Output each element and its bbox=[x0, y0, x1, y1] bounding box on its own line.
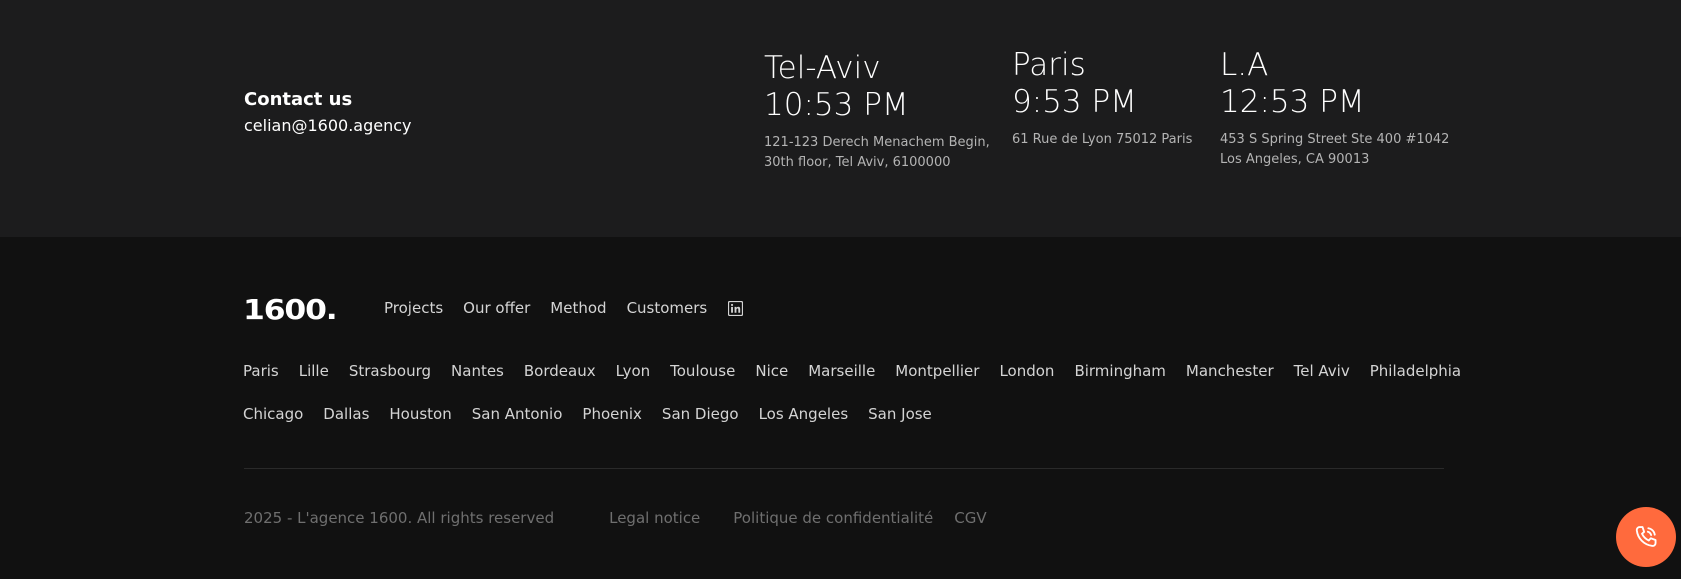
city-link[interactable]: Los Angeles bbox=[759, 404, 849, 424]
copyright-text: 2025 - L'agence 1600. All rights reserve… bbox=[244, 509, 555, 527]
nav-link-method[interactable]: Method bbox=[550, 298, 606, 318]
city-link[interactable]: Nantes bbox=[451, 361, 504, 381]
city-link[interactable]: Tel Aviv bbox=[1294, 361, 1350, 381]
phone-icon bbox=[1635, 526, 1657, 547]
privacy-policy-link[interactable]: Politique de confidentialité bbox=[733, 508, 933, 528]
city-link[interactable]: Dallas bbox=[323, 404, 369, 424]
city-link[interactable]: Birmingham bbox=[1074, 361, 1165, 381]
nav-link-customers[interactable]: Customers bbox=[627, 298, 708, 318]
office-address-line: 453 S Spring Street Ste 400 #1042 bbox=[1220, 132, 1450, 147]
city-link[interactable]: Toulouse bbox=[670, 361, 735, 381]
cgv-link[interactable]: CGV bbox=[954, 508, 986, 528]
call-button[interactable] bbox=[1616, 507, 1676, 567]
linkedin-icon[interactable] bbox=[728, 300, 744, 316]
office-paris: Paris 9:53 PM 61 Rue de Lyon 75012 Paris bbox=[1012, 47, 1192, 150]
city-link[interactable]: Chicago bbox=[243, 404, 303, 424]
office-address: 453 S Spring Street Ste 400 #1042 Los An… bbox=[1220, 130, 1449, 170]
city-link[interactable]: San Diego bbox=[662, 404, 739, 424]
office-address-line: 121-123 Derech Menachem Begin, bbox=[764, 135, 990, 150]
legal-row: 2025 - L'agence 1600. All rights reserve… bbox=[244, 508, 1008, 528]
city-list-row: Chicago Dallas Houston San Antonio Phoen… bbox=[243, 404, 952, 424]
office-address: 61 Rue de Lyon 75012 Paris bbox=[1012, 130, 1192, 150]
city-link[interactable]: San Jose bbox=[868, 404, 932, 424]
office-local-time: 9:53 PM bbox=[1012, 84, 1137, 120]
city-link[interactable]: Nice bbox=[755, 361, 788, 381]
city-link[interactable]: Phoenix bbox=[582, 404, 642, 424]
city-link[interactable]: Paris bbox=[243, 361, 279, 381]
office-address-line: 61 Rue de Lyon 75012 Paris bbox=[1012, 132, 1193, 147]
nav-link-projects[interactable]: Projects bbox=[384, 298, 443, 318]
city-link[interactable]: Montpellier bbox=[895, 361, 979, 381]
city-link[interactable]: Lyon bbox=[616, 361, 651, 381]
office-local-time: 12:53 PM bbox=[1220, 84, 1365, 120]
office-address: 121-123 Derech Menachem Begin, 30th floo… bbox=[764, 133, 990, 173]
city-link[interactable]: Lille bbox=[299, 361, 329, 381]
nav-link-our-offer[interactable]: Our offer bbox=[463, 298, 530, 318]
legal-notice-link[interactable]: Legal notice bbox=[609, 508, 700, 528]
office-tel-aviv: Tel-Aviv 10:53 PM 121-123 Derech Menache… bbox=[764, 50, 990, 173]
contact-section: Contact us celian@1600.agency Tel-Aviv 1… bbox=[0, 0, 1681, 237]
office-los-angeles: L.A 12:53 PM 453 S Spring Street Ste 400… bbox=[1220, 47, 1449, 170]
city-link[interactable]: San Antonio bbox=[472, 404, 563, 424]
office-address-line: 30th floor, Tel Aviv, 6100000 bbox=[764, 155, 951, 170]
city-link[interactable]: Houston bbox=[389, 404, 451, 424]
footer-divider bbox=[244, 468, 1444, 469]
office-address-line: Los Angeles, CA 90013 bbox=[1220, 152, 1370, 167]
office-city: Paris bbox=[1012, 47, 1086, 83]
footer-nav: Projects Our offer Method Customers bbox=[384, 298, 744, 318]
city-link[interactable]: Philadelphia bbox=[1370, 361, 1461, 381]
office-city: Tel-Aviv bbox=[764, 50, 881, 86]
contact-email-link[interactable]: celian@1600.agency bbox=[244, 115, 412, 137]
city-link[interactable]: Strasbourg bbox=[349, 361, 431, 381]
office-city: L.A bbox=[1220, 47, 1269, 83]
city-link[interactable]: Marseille bbox=[808, 361, 875, 381]
city-link[interactable]: Manchester bbox=[1186, 361, 1274, 381]
city-list-row: Paris Lille Strasbourg Nantes Bordeaux L… bbox=[243, 361, 1481, 381]
office-local-time: 10:53 PM bbox=[764, 87, 909, 123]
city-link[interactable]: Bordeaux bbox=[524, 361, 596, 381]
contact-us-block: Contact us celian@1600.agency bbox=[244, 88, 412, 137]
city-link[interactable]: London bbox=[999, 361, 1054, 381]
footer-logo[interactable]: 1600. bbox=[243, 295, 338, 325]
contact-heading: Contact us bbox=[244, 89, 353, 110]
